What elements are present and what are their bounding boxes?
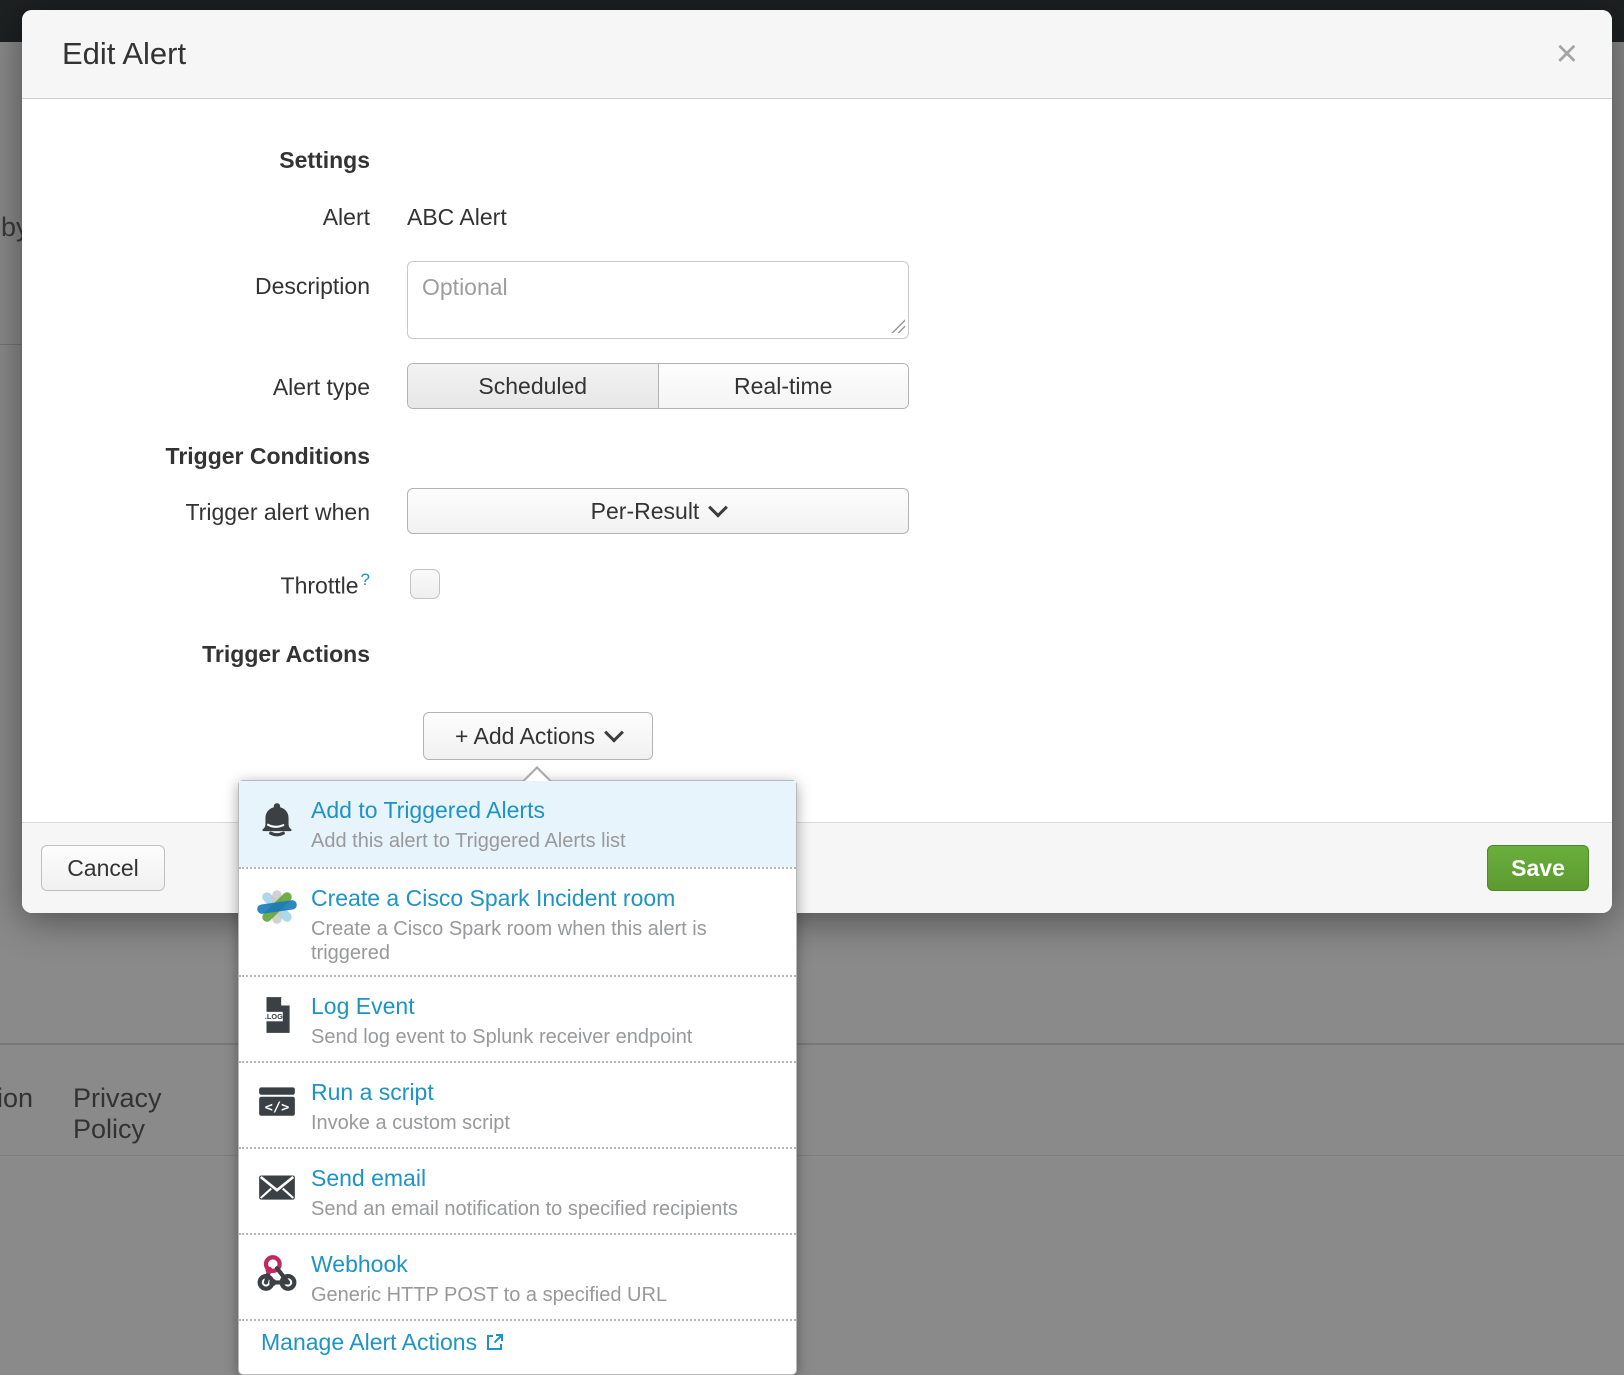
footer-link-documentation[interactable]: ion <box>0 1083 33 1114</box>
footer-link-privacy-policy[interactable]: Privacy Policy <box>73 1083 162 1145</box>
menu-item-title: Run a script <box>311 1078 776 1106</box>
menu-item-description: Send an email notification to specified … <box>311 1197 776 1221</box>
cancel-button[interactable]: Cancel <box>41 845 165 891</box>
chevron-down-icon <box>708 498 728 518</box>
description-label: Description <box>40 273 370 300</box>
description-field-wrap <box>407 261 909 339</box>
menu-item-description: Invoke a custom script <box>311 1111 776 1135</box>
modal-title: Edit Alert <box>62 10 186 98</box>
menu-item-add-to-triggered-alerts[interactable]: Add to Triggered Alerts Add this alert t… <box>239 781 796 867</box>
add-actions-button[interactable]: + Add Actions <box>423 712 653 760</box>
alert-type-option-realtime[interactable]: Real-time <box>659 364 909 408</box>
menu-item-description: Create a Cisco Spark room when this aler… <box>311 917 776 965</box>
manage-alert-actions-label: Manage Alert Actions <box>261 1329 477 1355</box>
alert-name-value: ABC Alert <box>407 204 507 231</box>
bell-icon <box>256 798 298 840</box>
trigger-when-dropdown[interactable]: Per-Result <box>407 488 909 534</box>
menu-item-title: Send email <box>311 1164 776 1192</box>
menu-item-send-email[interactable]: Send email Send an email notification to… <box>239 1147 796 1233</box>
trigger-conditions-heading: Trigger Conditions <box>40 443 370 470</box>
alert-type-option-scheduled[interactable]: Scheduled <box>408 364 659 408</box>
description-input[interactable] <box>407 261 909 339</box>
throttle-checkbox[interactable] <box>410 569 440 599</box>
trigger-when-label: Trigger alert when <box>40 499 370 526</box>
menu-item-title: Create a Cisco Spark Incident room <box>311 884 776 912</box>
add-actions-menu: Add to Triggered Alerts Add this alert t… <box>238 780 797 1375</box>
send-email-icon <box>256 1166 298 1208</box>
svg-text:</>: </> <box>265 1100 290 1116</box>
trigger-when-value: Per-Result <box>591 498 700 524</box>
settings-heading: Settings <box>40 147 370 174</box>
close-icon[interactable]: × <box>1556 32 1578 76</box>
throttle-label: Throttle? <box>40 570 370 600</box>
menu-item-log-event[interactable]: .LOG Log Event Send log event to Splunk … <box>239 975 796 1061</box>
menu-item-cisco-spark[interactable]: Create a Cisco Spark Incident room Creat… <box>239 867 796 975</box>
alert-type-segmented-control: Scheduled Real-time <box>407 363 909 409</box>
run-script-icon: </> <box>256 1080 298 1122</box>
webhook-icon <box>256 1252 298 1294</box>
edit-alert-modal: Edit Alert × Settings Alert ABC Alert De… <box>22 10 1612 913</box>
svg-text:.LOG: .LOG <box>265 1012 283 1021</box>
save-button[interactable]: Save <box>1487 845 1589 891</box>
chevron-down-icon <box>604 723 624 743</box>
menu-item-title: Webhook <box>311 1250 776 1278</box>
help-icon[interactable]: ? <box>361 570 370 589</box>
alert-type-label: Alert type <box>40 374 370 401</box>
background-divider <box>0 344 22 345</box>
menu-item-description: Send log event to Splunk receiver endpoi… <box>311 1025 776 1049</box>
menu-item-title: Add to Triggered Alerts <box>311 796 776 824</box>
throttle-label-text: Throttle <box>281 573 359 599</box>
menu-item-webhook[interactable]: Webhook Generic HTTP POST to a specified… <box>239 1233 796 1319</box>
cisco-spark-icon <box>256 886 298 928</box>
external-link-icon <box>485 1331 505 1358</box>
menu-item-description: Add this alert to Triggered Alerts list <box>311 829 776 853</box>
menu-item-title: Log Event <box>311 992 776 1020</box>
modal-header: Edit Alert × <box>22 10 1612 99</box>
add-actions-label: + Add Actions <box>455 723 595 749</box>
menu-item-run-script[interactable]: </> Run a script Invoke a custom script <box>239 1061 796 1147</box>
log-event-icon: .LOG <box>256 994 298 1036</box>
alert-label: Alert <box>40 204 370 231</box>
manage-alert-actions-link[interactable]: Manage Alert Actions <box>239 1319 796 1374</box>
trigger-actions-heading: Trigger Actions <box>40 641 370 668</box>
menu-item-description: Generic HTTP POST to a specified URL <box>311 1283 776 1307</box>
